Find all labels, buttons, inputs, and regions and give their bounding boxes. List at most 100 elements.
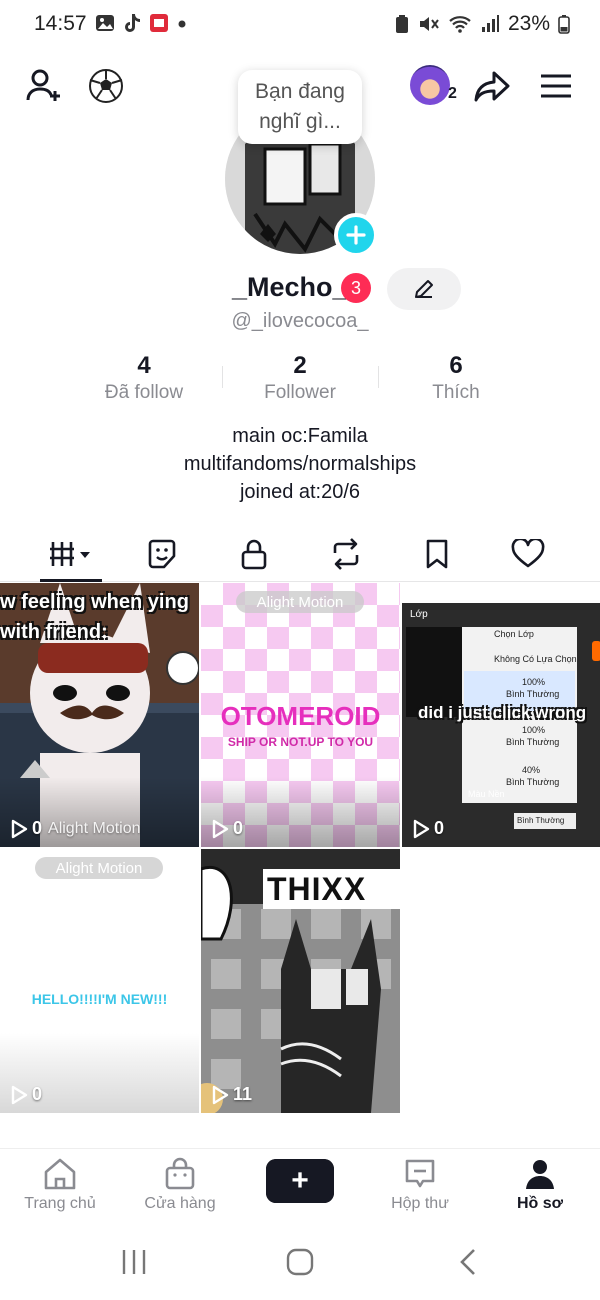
status-time: 14:57 xyxy=(34,12,87,35)
home-button-icon[interactable] xyxy=(286,1248,314,1276)
view-count: 0 xyxy=(211,818,243,839)
sport-status-button[interactable] xyxy=(84,64,128,108)
play-icon xyxy=(212,819,229,838)
profile-handle: @_ilovecocoa_ xyxy=(231,310,369,332)
layer-panel: Lớp Chọn Lớp Không Có Lựa Chọn 100% Bình… xyxy=(402,603,600,847)
profile-stats: 4 Đã follow 2 Follower 6 Thích xyxy=(66,352,534,408)
recent-apps-icon[interactable] xyxy=(120,1248,148,1276)
signal-icon xyxy=(481,15,499,32)
view-count: 0 xyxy=(10,1084,42,1105)
nav-home-label: Trang chủ xyxy=(24,1195,96,1212)
menu-button[interactable] xyxy=(534,64,578,108)
status-thought-bubble[interactable]: Bạn đang nghĩ gì... xyxy=(238,70,362,144)
soccer-ball-icon xyxy=(89,69,123,103)
stat-followers-label: Follower xyxy=(264,382,336,403)
view-count-value: 0 xyxy=(32,1084,43,1104)
layer-label: Bình Thường xyxy=(506,777,560,787)
add-user-icon xyxy=(26,69,60,101)
profile-icon xyxy=(526,1160,554,1189)
video-caption: HELLO!!!!I'M NEW!!! xyxy=(31,991,168,1007)
repost-icon xyxy=(333,538,359,570)
back-icon[interactable] xyxy=(458,1248,480,1276)
tab-reposts[interactable] xyxy=(316,528,376,580)
display-name[interactable]: _Mecho_ xyxy=(232,272,348,303)
video-subcaption: SHIP OR NOT.UP TO YOU xyxy=(227,735,374,749)
share-profile-button[interactable] xyxy=(470,64,514,108)
tab-stickers[interactable] xyxy=(132,528,192,580)
video-thumbnail[interactable]: Lớp Chọn Lớp Không Có Lựa Chọn 100% Bình… xyxy=(402,583,600,847)
edit-profile-button[interactable] xyxy=(387,268,461,310)
nav-profile-label: Hồ sơ xyxy=(516,1195,564,1212)
stat-following[interactable]: 4 Đã follow xyxy=(66,352,222,408)
lock-icon xyxy=(241,539,267,570)
stat-followers[interactable]: 2 Follower xyxy=(222,352,378,408)
layer-label: 40% xyxy=(522,765,541,775)
video-thumbnail[interactable]: THIXX 11 xyxy=(201,849,400,1113)
layer-label: Bình Thường xyxy=(506,689,560,699)
nav-inbox-label: Hộp thư xyxy=(391,1195,449,1212)
bio-line: multifandoms/normalships xyxy=(183,453,417,475)
create-icon: + xyxy=(266,1159,334,1203)
watermark-badge: Alight Motion xyxy=(236,591,364,613)
bottom-navigation: Trang chủ Cửa hàng + Hộp thư Hồ sơ xyxy=(0,1148,600,1228)
tiktok-icon xyxy=(125,14,140,32)
heart-icon xyxy=(511,539,545,568)
watermark-badge: Alight Motion xyxy=(35,857,163,879)
tab-liked[interactable] xyxy=(498,528,558,580)
video-caption: OTOMEROID xyxy=(220,701,381,731)
stat-likes[interactable]: 6 Thích xyxy=(378,352,534,408)
status-notification-icons xyxy=(95,13,187,33)
more-dot-icon xyxy=(178,20,186,28)
video-thumbnail[interactable]: Alight Motion HELLO!!!!I'M NEW!!! 0 xyxy=(0,849,199,1113)
video-thumbnail[interactable]: w feeling when ying with friend: 0 Aligh… xyxy=(0,583,199,847)
tab-saved[interactable] xyxy=(407,528,467,580)
play-icon xyxy=(212,1085,229,1104)
nav-profile[interactable]: Hồ sơ xyxy=(490,1157,590,1213)
hamburger-menu-icon xyxy=(541,74,571,98)
plus-icon xyxy=(346,225,366,245)
view-count-value: 0 xyxy=(233,818,244,838)
gallery-icon xyxy=(96,15,114,31)
battery-percent: 23% xyxy=(507,12,550,35)
video-thumbnail[interactable]: Alight Motion OTOMEROID SHIP OR NOT.UP T… xyxy=(201,583,400,847)
view-count-value: 0 xyxy=(32,818,43,838)
create-button[interactable]: + xyxy=(262,1159,342,1203)
nav-home[interactable]: Trang chủ xyxy=(10,1157,110,1213)
layer-label: 100% xyxy=(522,677,546,687)
stat-following-label: Đã follow xyxy=(104,382,184,403)
video-caption: THIXX xyxy=(267,871,367,907)
video-caption: did i just click wrong xyxy=(418,703,587,722)
bio-line: joined at:20/6 xyxy=(239,481,361,503)
nav-inbox[interactable]: Hộp thư xyxy=(370,1157,470,1213)
layer-label: 100% xyxy=(522,725,546,735)
tab-videos[interactable] xyxy=(44,528,100,580)
status-system-icons: 23% xyxy=(394,12,570,36)
active-tab-indicator xyxy=(40,579,102,582)
layer-panel-title: Lớp xyxy=(410,609,428,620)
play-icon xyxy=(11,819,28,838)
stat-followers-value: 2 xyxy=(293,352,307,379)
friend-count: 2 xyxy=(448,85,457,102)
share-icon xyxy=(474,71,510,102)
friend-avatar[interactable] xyxy=(410,65,450,105)
inbox-icon xyxy=(405,1159,435,1188)
app-notification-icon xyxy=(150,14,168,32)
video-grid-icon xyxy=(50,542,90,566)
tab-private[interactable] xyxy=(224,528,284,580)
profile-tabs xyxy=(0,528,600,582)
stat-likes-value: 6 xyxy=(449,352,463,379)
watermark: Alight Motion xyxy=(48,819,141,837)
add-friend-button[interactable] xyxy=(22,64,66,108)
wifi-icon xyxy=(449,16,471,33)
stat-likes-label: Thích xyxy=(432,382,480,403)
home-icon xyxy=(44,1158,76,1190)
layer-label: Chọn Lớp xyxy=(494,629,534,639)
notification-badge[interactable]: 3 xyxy=(341,273,371,303)
nav-shop[interactable]: Cửa hàng xyxy=(130,1157,230,1213)
profile-bio: main oc:Famila multifandoms/normalships … xyxy=(0,422,600,506)
play-icon xyxy=(11,1085,28,1104)
view-count-value: 0 xyxy=(434,818,445,838)
layer-footer-label: Màu Nền xyxy=(468,789,505,799)
shop-icon xyxy=(165,1157,195,1190)
add-avatar-button[interactable] xyxy=(334,213,378,257)
